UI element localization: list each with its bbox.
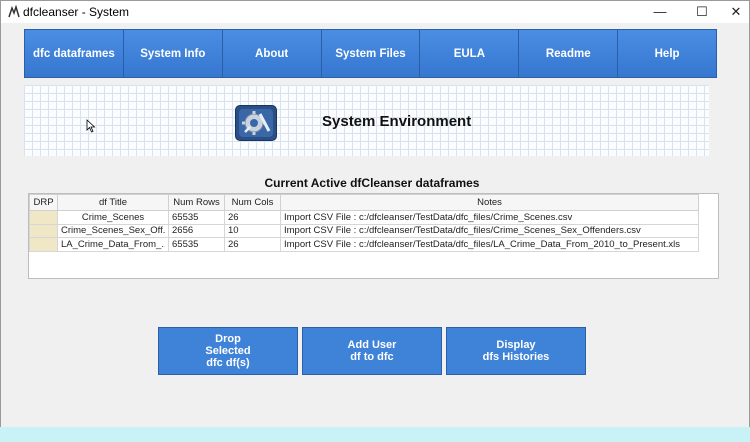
minimize-button[interactable]: — xyxy=(643,1,677,23)
drp-checkbox-cell[interactable] xyxy=(29,237,58,252)
header-num-rows: Num Rows xyxy=(168,194,225,211)
df-title-text: Crime_Scenes_Sex_Off... xyxy=(61,225,165,237)
num-rows-cell: 2656 xyxy=(168,223,225,238)
dataframes-table-container: DRP df Title Num Rows Num Cols Notes Cri… xyxy=(28,193,719,279)
num-cols-cell: 26 xyxy=(224,210,281,225)
title-bar: dfcleanser - System — ☐ ✕ xyxy=(1,1,749,23)
app-window: dfcleanser - System — ☐ ✕ dfc dataframes… xyxy=(0,0,750,442)
drp-checkbox-cell[interactable] xyxy=(29,223,58,238)
system-banner: System Environment xyxy=(24,85,709,156)
table-row[interactable]: Crime_Scenes_Sex_Off... 2656 10 Import C… xyxy=(29,223,699,238)
banner-title: System Environment xyxy=(322,113,472,130)
header-df-title: df Title xyxy=(57,194,169,211)
nav-system-files[interactable]: System Files xyxy=(321,30,421,77)
main-nav-bar: dfc dataframes System Info About System … xyxy=(24,29,717,78)
notes-cell: Import CSV File : c:/dfcleanser/TestData… xyxy=(280,237,699,252)
drop-selected-button[interactable]: Drop Selected dfc df(s) xyxy=(158,327,298,375)
num-cols-cell: 26 xyxy=(224,237,281,252)
num-rows-cell: 65535 xyxy=(168,237,225,252)
notes-cell: Import CSV File : c:/dfcleanser/TestData… xyxy=(280,210,699,225)
num-rows-cell: 65535 xyxy=(168,210,225,225)
header-num-cols: Num Cols xyxy=(224,194,281,211)
header-drp: DRP xyxy=(29,194,58,211)
mouse-cursor-icon xyxy=(86,119,96,133)
nav-eula[interactable]: EULA xyxy=(420,30,520,77)
header-notes: Notes xyxy=(280,194,699,211)
table-row[interactable]: LA_Crime_Data_From_... 65535 26 Import C… xyxy=(29,237,699,252)
gear-tools-icon xyxy=(235,105,277,141)
df-title-cell: Crime_Scenes_Sex_Off... xyxy=(57,223,169,238)
drp-checkbox-cell[interactable] xyxy=(29,210,58,225)
bottom-status-strip xyxy=(0,427,750,442)
df-title-text: LA_Crime_Data_From_... xyxy=(61,238,165,250)
add-user-df-button[interactable]: Add User df to dfc xyxy=(302,327,442,375)
nav-about[interactable]: About xyxy=(222,30,322,77)
num-cols-cell: 10 xyxy=(224,223,281,238)
dataframes-section-title: Current Active dfCleanser dataframes xyxy=(264,176,480,190)
table-header-row: DRP df Title Num Rows Num Cols Notes xyxy=(29,194,699,211)
notes-cell: Import CSV File : c:/dfcleanser/TestData… xyxy=(280,223,699,238)
df-title-cell: Crime_Scenes xyxy=(57,210,169,225)
nav-system-info[interactable]: System Info xyxy=(123,30,223,77)
df-title-text: Crime_Scenes xyxy=(81,211,145,223)
window-title: dfcleanser - System xyxy=(23,5,130,19)
nav-help[interactable]: Help xyxy=(618,30,717,77)
app-logo-icon xyxy=(8,5,20,18)
dataframes-table: DRP df Title Num Rows Num Cols Notes Cri… xyxy=(29,194,699,252)
display-histories-button[interactable]: Display dfs Histories xyxy=(446,327,586,375)
close-button[interactable]: ✕ xyxy=(719,1,750,23)
nav-readme[interactable]: Readme xyxy=(519,30,619,77)
table-row[interactable]: Crime_Scenes 65535 26 Import CSV File : … xyxy=(29,210,699,225)
df-title-cell: LA_Crime_Data_From_... xyxy=(57,237,169,252)
maximize-button[interactable]: ☐ xyxy=(685,1,719,23)
nav-dfc-dataframes[interactable]: dfc dataframes xyxy=(25,30,124,77)
